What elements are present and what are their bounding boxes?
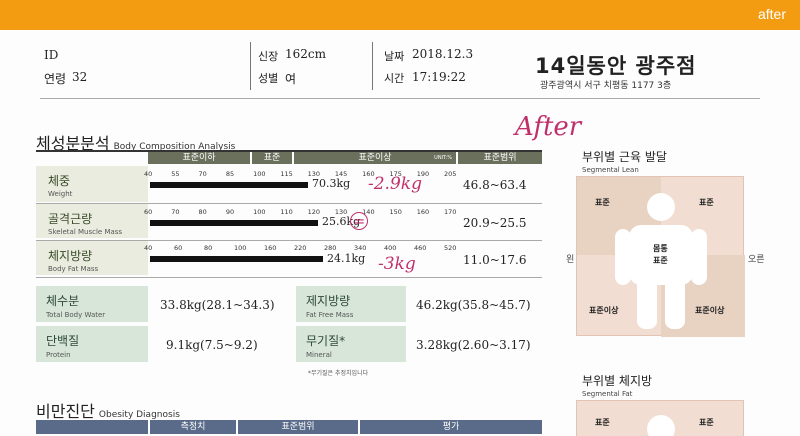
- weight-handnote: -2.9kg: [368, 174, 422, 194]
- banner-label: after: [757, 6, 786, 22]
- store-name: 14일동안 광주점: [535, 54, 697, 78]
- segmental-fat-box: 표준 표준: [576, 400, 744, 436]
- scale-tick: 40: [144, 170, 153, 178]
- scale-tick: 160: [416, 208, 430, 216]
- handwritten-after: After: [515, 112, 582, 142]
- height-value: 162cm: [285, 47, 327, 61]
- date-value: 2018.12.3: [412, 47, 474, 61]
- id-label: ID: [44, 48, 59, 62]
- stat-value-protein: 9.1kg(7.5~9.2): [166, 338, 258, 352]
- store-address: 광주광역시 서구 치평동 1177 3층: [540, 81, 672, 91]
- scale-tick: 400: [384, 244, 397, 252]
- muscle-handnote: =: [350, 212, 368, 230]
- scale-tick: 100: [253, 208, 266, 216]
- height-label: 신장: [258, 50, 279, 63]
- scale-tick: 460: [414, 244, 427, 252]
- stat-label-mineral: 무기질* Mineral: [296, 326, 406, 362]
- segmental-fat-subtitle: Segmental Fat: [582, 390, 633, 398]
- scale-tick: 70: [171, 208, 180, 216]
- scale-tick: 100: [234, 244, 247, 252]
- scale-tick: 160: [264, 244, 277, 252]
- segmental-lean-title: 부위별 근육 발달: [582, 150, 667, 164]
- scale-tick: 90: [225, 208, 235, 216]
- scale-tick: 80: [198, 208, 207, 216]
- obesity-header-measured: 측정치: [150, 420, 236, 434]
- report-header: ID 연령 32 신장 162cm 성별 여 날짜 2018.12.3 시간 1…: [0, 38, 800, 98]
- lean-side-left: 왼: [566, 255, 575, 265]
- lean-side-right: 오른: [748, 255, 765, 265]
- scale-tick: 60: [144, 208, 153, 216]
- time-label: 시간: [384, 72, 405, 85]
- scale-tick: 205: [444, 170, 457, 178]
- fat-handnote: -3kg: [378, 254, 416, 274]
- weight-bar: [150, 182, 308, 188]
- obesity-header-range: 표준범위: [238, 420, 358, 434]
- col-header-range: 표준범위: [458, 152, 542, 164]
- col-header-below: 표준이하: [148, 152, 250, 164]
- scale-tick: 520: [444, 244, 457, 252]
- obesity-title: 비만진단 Obesity Diagnosis: [36, 402, 180, 421]
- scale-tick: 340: [354, 244, 367, 252]
- fat-range: 11.0~17.6: [463, 253, 527, 267]
- obesity-header-eval: 평가: [360, 420, 542, 434]
- row-label-muscle: 골격근량 Skeletal Muscle Mass: [36, 204, 148, 238]
- lean-right-arm: 표준: [699, 198, 714, 207]
- segmental-fat-title: 부위별 체지방: [582, 374, 653, 388]
- scale-tick: 40: [144, 244, 153, 252]
- time-value: 17:19:22: [412, 70, 466, 84]
- lean-trunk: 표준: [653, 256, 668, 265]
- row-label-weight: 체중 Weight: [36, 166, 148, 202]
- stat-value-mineral: 3.28kg(2.60~3.17): [416, 338, 531, 352]
- stat-label-water: 체수분 Total Body Water: [36, 286, 148, 322]
- scale-tick: 170: [444, 208, 457, 216]
- scale-tick: 85: [225, 170, 235, 178]
- fat-scale: 40 60 80 100 160 220 280 340 400 460 520: [144, 244, 456, 252]
- segmental-lean-box: 표준 표준 몸통 표준 표준이상 표준이상: [576, 176, 745, 337]
- lean-left-leg: 표준이상: [589, 306, 619, 315]
- scale-tick: 110: [280, 208, 293, 216]
- fat-right-arm: 표준: [699, 418, 714, 427]
- sex-value: 여: [285, 72, 297, 86]
- weight-value: 70.3kg: [312, 177, 351, 190]
- stat-label-ffm: 제지방량 Fat Free Mass: [296, 286, 406, 322]
- obesity-header-blank: [36, 420, 148, 434]
- fat-bar: [150, 256, 323, 262]
- stat-label-protein: 단백질 Protein: [36, 326, 148, 362]
- stat-value-ffm: 46.2kg(35.8~45.7): [416, 298, 531, 312]
- fat-left-arm: 표준: [595, 418, 610, 427]
- scale-tick: 150: [389, 208, 402, 216]
- weight-range: 46.8~63.4: [463, 178, 527, 192]
- scale-tick: 55: [171, 170, 180, 178]
- scale-tick: 70: [198, 170, 207, 178]
- stat-value-water: 33.8kg(28.1~34.3): [160, 298, 275, 312]
- age-label: 연령: [44, 72, 67, 86]
- scale-tick: 115: [280, 170, 293, 178]
- sex-label: 성별: [258, 72, 279, 85]
- lean-left-arm: 표준: [595, 198, 610, 207]
- age-value: 32: [72, 70, 88, 84]
- muscle-range: 20.9~25.5: [463, 216, 527, 230]
- segmental-lean-subtitle: Segmental Lean: [582, 166, 639, 174]
- lean-right-leg: 표준이상: [695, 306, 725, 315]
- muscle-scale: 60 70 80 90 100 110 120 130 140 150 160 170: [144, 208, 456, 216]
- mineral-footnote: *무기질은 추정치입니다: [308, 370, 369, 377]
- scale-tick: 60: [174, 244, 183, 252]
- muscle-bar: [150, 220, 318, 226]
- lean-trunk-label: 몸통: [653, 244, 668, 253]
- scale-tick: 120: [307, 208, 321, 216]
- top-banner: after: [0, 0, 800, 30]
- date-label: 날짜: [384, 50, 405, 63]
- scale-tick: 220: [294, 244, 307, 252]
- scale-tick: 280: [324, 244, 337, 252]
- fat-value: 24.1kg: [327, 252, 366, 265]
- col-header-standard: 표준: [252, 152, 292, 164]
- row-label-fat: 체지방량 Body Fat Mass: [36, 241, 148, 275]
- scale-tick: 100: [253, 170, 266, 178]
- col-header-above: 표준이상 UNIT:%: [294, 152, 456, 164]
- report-paper: ID 연령 32 신장 162cm 성별 여 날짜 2018.12.3 시간 1…: [0, 30, 800, 436]
- scale-tick: 80: [204, 244, 213, 252]
